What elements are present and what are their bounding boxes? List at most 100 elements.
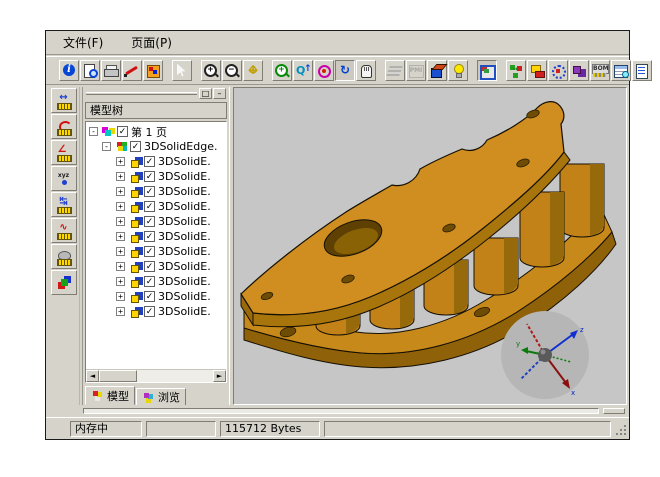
viewport-hscroll-box[interactable] xyxy=(603,408,625,414)
component-button[interactable] xyxy=(527,60,547,81)
panel-gripper[interactable]: □ – xyxy=(85,88,227,100)
model-tree-panel: □ – 模型树 - ✓ 第 1 页 - ✓ xyxy=(82,87,230,405)
radial-dimension-button[interactable] xyxy=(51,114,77,139)
checkbox[interactable]: ✓ xyxy=(144,231,155,242)
pmi-button[interactable] xyxy=(406,60,426,81)
views-button[interactable] xyxy=(427,60,447,81)
light-button[interactable] xyxy=(448,60,468,81)
tree-item-assembly[interactable]: - ✓ 3DSolidEdge. xyxy=(86,139,226,154)
checkbox[interactable]: ✓ xyxy=(144,261,155,272)
tree-item-label: 3DSolidE. xyxy=(158,260,211,273)
expand-icon[interactable]: + xyxy=(116,307,125,316)
linear-dimension-button[interactable] xyxy=(51,88,77,113)
checkbox[interactable]: ✓ xyxy=(144,171,155,182)
checkbox[interactable]: ✓ xyxy=(144,291,155,302)
panel-float-button[interactable]: □ xyxy=(199,88,212,99)
axis-y-label: y xyxy=(516,340,520,348)
tab-browse[interactable]: 浏览 xyxy=(136,388,186,405)
part-icon xyxy=(128,290,141,303)
checkbox[interactable]: ✓ xyxy=(130,141,141,152)
expand-icon[interactable]: + xyxy=(116,187,125,196)
tab-model[interactable]: 模型 xyxy=(85,386,135,405)
zoom-out-button[interactable] xyxy=(222,60,242,81)
tree-item-part[interactable]: + ✓ 3DSolidE. xyxy=(86,199,226,214)
frame-view-button[interactable] xyxy=(477,60,497,81)
checkbox[interactable]: ✓ xyxy=(144,276,155,287)
expand-icon[interactable]: + xyxy=(116,217,125,226)
expand-icon[interactable]: + xyxy=(116,292,125,301)
collapse-icon[interactable]: - xyxy=(89,127,98,136)
rotate-button[interactable] xyxy=(314,60,334,81)
zoom-in-button[interactable] xyxy=(201,60,221,81)
select-button[interactable] xyxy=(172,60,192,81)
model-tree-button[interactable] xyxy=(632,60,652,81)
print-preview-button[interactable] xyxy=(80,60,100,81)
instances-button[interactable] xyxy=(569,60,589,81)
tree-item-part[interactable]: + ✓ 3DSolidE. xyxy=(86,304,226,319)
checkbox[interactable]: ✓ xyxy=(144,186,155,197)
printer-icon xyxy=(103,63,119,79)
expand-icon[interactable]: + xyxy=(116,247,125,256)
print-button[interactable] xyxy=(101,60,121,81)
page-icon xyxy=(101,125,114,138)
instances-icon xyxy=(571,63,587,79)
explode-button[interactable] xyxy=(548,60,568,81)
coordinate-dimension-button[interactable] xyxy=(51,166,77,191)
pan-hand-button[interactable] xyxy=(356,60,376,81)
tree-item-part[interactable]: + ✓ 3DSolidE. xyxy=(86,289,226,304)
spin-button[interactable] xyxy=(335,60,355,81)
pan-button[interactable] xyxy=(243,60,263,81)
component-icon xyxy=(529,63,545,79)
tree-item-part[interactable]: + ✓ 3DSolidE. xyxy=(86,169,226,184)
tree-item-part[interactable]: + ✓ 3DSolidE. xyxy=(86,244,226,259)
part-icon xyxy=(128,155,141,168)
checkbox[interactable]: ✓ xyxy=(144,246,155,257)
tree-item-part[interactable]: + ✓ 3DSolidE. xyxy=(86,154,226,169)
distance-dimension-button[interactable] xyxy=(51,192,77,217)
resize-grip[interactable] xyxy=(614,423,627,436)
expand-icon[interactable]: + xyxy=(116,277,125,286)
layers-button[interactable] xyxy=(385,60,405,81)
area-measure-button[interactable] xyxy=(51,244,77,269)
expand-icon[interactable]: + xyxy=(116,202,125,211)
markup-pen-button[interactable] xyxy=(122,60,142,81)
scroll-track[interactable] xyxy=(137,370,213,382)
tree-item-part[interactable]: + ✓ 3DSolidE. xyxy=(86,184,226,199)
expand-icon[interactable]: + xyxy=(116,157,125,166)
report-button[interactable] xyxy=(611,60,631,81)
expand-icon[interactable]: + xyxy=(116,262,125,271)
expand-icon[interactable]: + xyxy=(116,232,125,241)
expand-icon[interactable]: + xyxy=(116,172,125,181)
tree-item-page[interactable]: - ✓ 第 1 页 xyxy=(86,124,226,139)
menu-page[interactable]: 页面(P) xyxy=(128,32,175,53)
viewport-hscroll-track[interactable] xyxy=(83,408,599,414)
tree-item-label: 3DSolidE. xyxy=(158,245,211,258)
export-button[interactable] xyxy=(143,60,163,81)
checkbox[interactable]: ✓ xyxy=(144,201,155,212)
bom-button[interactable] xyxy=(590,60,610,81)
zoom-window-button[interactable] xyxy=(272,60,292,81)
volume-measure-button[interactable] xyxy=(51,270,77,295)
checkbox[interactable]: ✓ xyxy=(144,156,155,167)
panel-hide-button[interactable]: – xyxy=(213,88,226,99)
info-button[interactable] xyxy=(59,60,79,81)
checkbox[interactable]: ✓ xyxy=(144,306,155,317)
scroll-thumb[interactable] xyxy=(99,370,137,382)
scroll-left-button[interactable]: ◄ xyxy=(86,370,99,382)
scroll-right-button[interactable]: ► xyxy=(213,370,226,382)
tree-item-part[interactable]: + ✓ 3DSolidE. xyxy=(86,214,226,229)
tree-item-part[interactable]: + ✓ 3DSolidE. xyxy=(86,259,226,274)
checkbox[interactable]: ✓ xyxy=(117,126,128,137)
viewport-3d[interactable]: z x y xyxy=(233,87,627,405)
zoom-dynamic-button[interactable] xyxy=(293,60,313,81)
menu-file[interactable]: 文件(F) xyxy=(60,32,106,53)
tree-item-part[interactable]: + ✓ 3DSolidE. xyxy=(86,229,226,244)
part-icon xyxy=(128,215,141,228)
checkbox[interactable]: ✓ xyxy=(144,216,155,227)
tree-item-part[interactable]: + ✓ 3DSolidE. xyxy=(86,274,226,289)
gripper-handle[interactable] xyxy=(86,92,197,95)
collapse-icon[interactable]: - xyxy=(102,142,111,151)
assembly-tree-button[interactable] xyxy=(506,60,526,81)
curve-length-button[interactable] xyxy=(51,218,77,243)
angle-dimension-button[interactable] xyxy=(51,140,77,165)
